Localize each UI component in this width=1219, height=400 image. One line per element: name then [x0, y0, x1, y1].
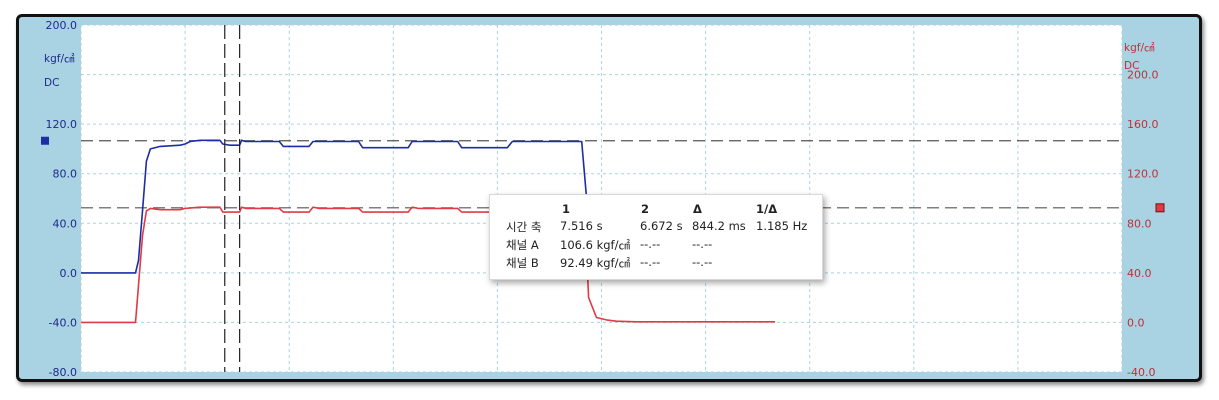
- left-axis-coupling: DC: [44, 77, 59, 89]
- measurement-header-2: 2: [641, 202, 650, 216]
- row-label-channel-b: 채널 B: [506, 256, 539, 270]
- right-axis-coupling: DC: [1124, 60, 1139, 72]
- measurement-table: 1 2 Δ 1/Δ 시간 축 7.516 s 6.672 s 844.2 ms …: [489, 194, 823, 280]
- channel-a-value-delta: --.--: [692, 237, 713, 251]
- left-tick-label: 200.0: [46, 19, 78, 32]
- left-tick-label: -80.0: [49, 366, 77, 379]
- left-tick-label: 0.0: [60, 267, 78, 280]
- channel-b-value-delta: --.--: [692, 255, 713, 269]
- right-tick-label: 160.0: [1127, 118, 1159, 131]
- channel-b-level-handle[interactable]: [1155, 203, 1165, 213]
- row-label-channel-a: 채널 A: [506, 238, 539, 252]
- right-tick-label: 0.0: [1127, 316, 1145, 329]
- time-value-delta: 844.2 ms: [692, 219, 746, 233]
- channel-b-value-2: --.--: [640, 255, 661, 269]
- row-label-time: 시간 축: [506, 220, 542, 234]
- left-tick-label: -40.0: [49, 316, 77, 329]
- measurement-header-inverse-delta: 1/Δ: [756, 202, 778, 216]
- left-tick-label: 80.0: [53, 168, 78, 181]
- right-tick-label: -40.0: [1127, 366, 1155, 379]
- channel-a-level-handle[interactable]: [41, 136, 49, 145]
- right-tick-label: 80.0: [1127, 217, 1152, 230]
- time-value-1: 7.516 s: [560, 219, 603, 233]
- channel-b-value-1: 92.49 kgf/㎠: [560, 256, 630, 270]
- oscilloscope-window: 200.0 120.0 80.0 40.0 0.0 -40.0 -80.0 200.0 160…: [16, 14, 1202, 382]
- channel-a-value-2: --.--: [640, 237, 661, 251]
- left-tick-label: 120.0: [46, 118, 78, 131]
- right-axis: 200.0160.0120.080.040.00.0-40.0: [1127, 69, 1159, 379]
- channel-a-value-1: 106.6 kgf/㎠: [560, 238, 630, 252]
- left-tick-label: 40.0: [53, 217, 78, 230]
- measurement-header-1: 1: [562, 202, 571, 216]
- right-axis-unit: kgf/㎠: [1124, 42, 1155, 54]
- right-tick-label: 120.0: [1127, 168, 1159, 181]
- left-axis: 200.0 120.0 80.0 40.0 0.0 -40.0 -80.0: [46, 19, 78, 379]
- left-axis-unit: kgf/㎠: [44, 53, 75, 65]
- time-value-2: 6.672 s: [640, 219, 683, 233]
- measurement-header-delta: Δ: [693, 202, 702, 216]
- time-value-frequency: 1.185 Hz: [756, 219, 808, 233]
- right-tick-label: 40.0: [1127, 267, 1152, 280]
